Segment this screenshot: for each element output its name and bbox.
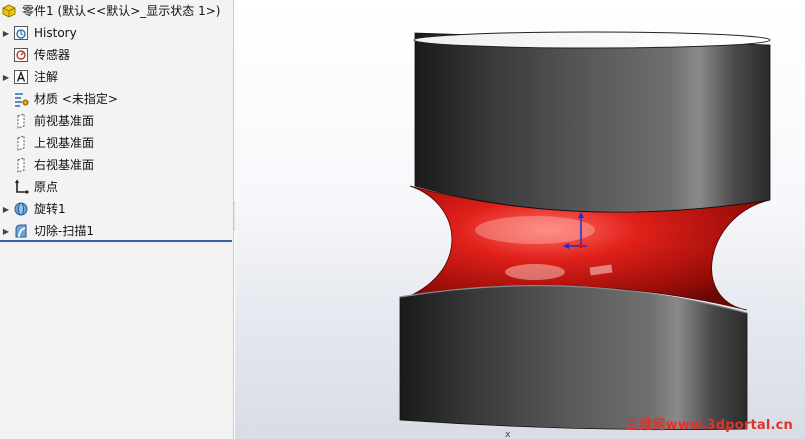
top-cap-face[interactable]	[413, 31, 771, 49]
plane-icon	[12, 156, 30, 174]
tree-item-label: 注解	[34, 70, 59, 84]
tree-item-origin[interactable]: 原点	[0, 177, 232, 197]
revolve-icon	[12, 200, 30, 218]
tree-item-label: 前视基准面	[34, 114, 95, 128]
tree-item-front-plane[interactable]: 前视基准面	[0, 111, 232, 131]
watermark: 三维网www.3dportal.cn	[625, 418, 793, 433]
plane-icon	[12, 112, 30, 130]
tree-item-material[interactable]: 材质 <未指定>	[0, 89, 232, 109]
part-icon	[0, 2, 18, 20]
tree-item-cut-sweep1[interactable]: ▶ 切除-扫描1	[0, 221, 232, 241]
origin-icon	[12, 178, 30, 196]
cut-highlight	[475, 216, 595, 244]
tree-item-label: 原点	[34, 180, 59, 194]
sensor-icon	[12, 46, 30, 64]
expand-arrow-icon[interactable]: ▶	[0, 23, 12, 43]
plane-icon	[12, 134, 30, 152]
axis-indicator: x	[505, 430, 511, 439]
upper-cylinder[interactable]	[414, 32, 771, 213]
tree-item-revolve1[interactable]: ▶ 旋转1	[0, 199, 232, 219]
tree-item-label: 切除-扫描1	[34, 224, 94, 238]
graphics-viewport[interactable]: x 三维网www.3dportal.cn	[235, 0, 805, 439]
expand-arrow-icon[interactable]: ▶	[0, 221, 12, 241]
tree-root-part[interactable]: 零件1 (默认<<默认>_显示状态 1>)	[0, 1, 232, 21]
expand-arrow-icon[interactable]: ▶	[0, 67, 12, 87]
cut-highlight	[505, 264, 565, 280]
tree-item-right-plane[interactable]: 右视基准面	[0, 155, 232, 175]
lower-cylinder[interactable]	[399, 285, 748, 430]
tree-item-label: 材质 <未指定>	[34, 92, 118, 106]
tree-item-label: 右视基准面	[34, 158, 95, 172]
tree-item-label: 传感器	[34, 48, 71, 62]
tree-item-label: History	[34, 26, 77, 40]
tree-item-top-plane[interactable]: 上视基准面	[0, 133, 232, 153]
tree-item-annotations[interactable]: ▶ 注解	[0, 67, 232, 87]
tree-item-history[interactable]: ▶ History	[0, 23, 232, 43]
cut-sweep-icon	[12, 222, 30, 240]
material-icon	[12, 90, 30, 108]
tree-root-label: 零件1 (默认<<默认>_显示状态 1>)	[22, 4, 221, 18]
history-icon	[12, 24, 30, 42]
tree-item-sensors[interactable]: 传感器	[0, 45, 232, 65]
expand-arrow-icon[interactable]: ▶	[0, 199, 12, 219]
tree-item-label: 上视基准面	[34, 136, 95, 150]
tree-rollback-bar[interactable]	[0, 240, 232, 242]
part-model[interactable]	[235, 0, 805, 439]
tree-item-label: 旋转1	[34, 202, 66, 216]
annotation-icon	[12, 68, 30, 86]
feature-manager-tree: 零件1 (默认<<默认>_显示状态 1>) ▶ History 传感器 ▶ 注解…	[0, 0, 234, 439]
